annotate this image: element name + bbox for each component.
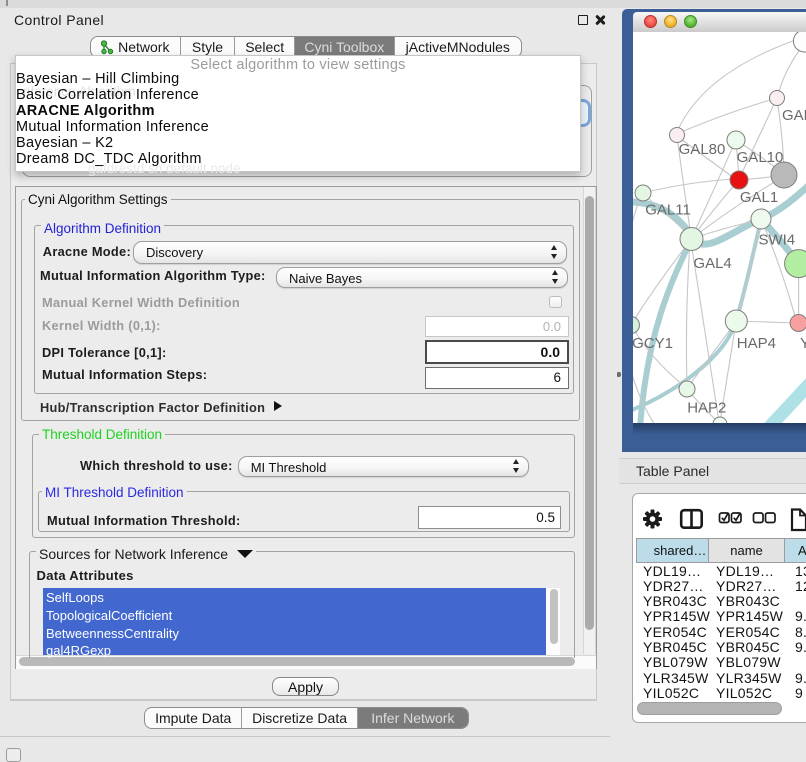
svg-text:GAL4: GAL4 [693, 255, 731, 272]
svg-text:GAL1: GAL1 [740, 189, 778, 206]
svg-text:GAL80: GAL80 [782, 107, 806, 124]
svg-text:GAL10: GAL10 [737, 149, 784, 166]
svg-text:Y: Y [800, 335, 806, 352]
svg-text:SWI4: SWI4 [758, 231, 795, 248]
svg-text:GAL11: GAL11 [645, 202, 691, 219]
svg-text:HAP2: HAP2 [687, 399, 726, 416]
svg-text:GAL80: GAL80 [679, 141, 726, 158]
svg-text:HAP4: HAP4 [737, 335, 776, 352]
svg-text:GCY1: GCY1 [633, 335, 673, 352]
